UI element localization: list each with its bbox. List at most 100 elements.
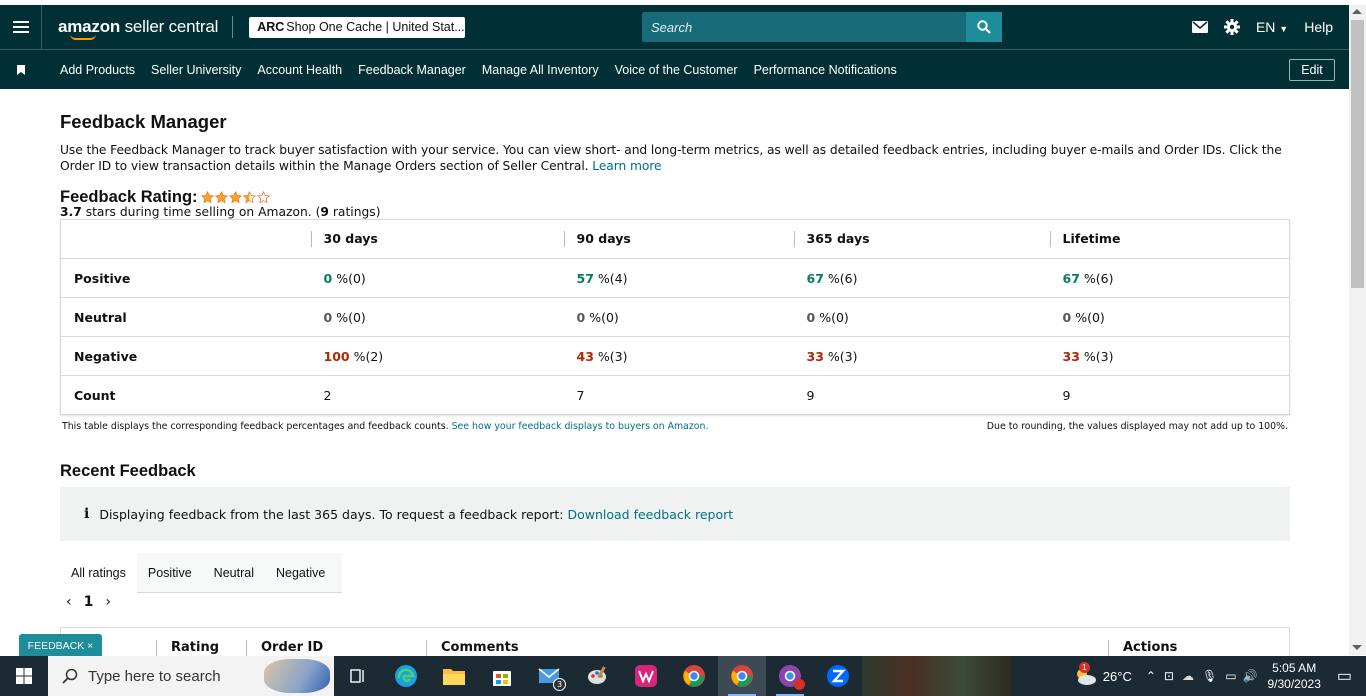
nav-performance-notifications[interactable]: Performance Notifications xyxy=(754,63,897,77)
info-alert: i Displaying feedback from the last 365 … xyxy=(60,487,1290,541)
feedback-display-link[interactable]: See how your feedback displays to buyers… xyxy=(452,421,709,432)
scroll-up-icon[interactable] xyxy=(1352,9,1362,14)
column-header: Actions xyxy=(1108,640,1177,656)
row-label: Negative xyxy=(60,336,311,376)
nav-account-health[interactable]: Account Health xyxy=(257,63,342,77)
column-header: Rating xyxy=(156,640,219,656)
seller-central-logo[interactable]: amazon seller central xyxy=(58,17,218,40)
chevron-up-icon[interactable]: ⌃ xyxy=(1146,669,1156,683)
star-full-icon xyxy=(200,191,214,204)
recent-feedback-table-header: e Rating Order ID Comments Actions xyxy=(60,627,1290,657)
bookmark-icon[interactable] xyxy=(0,64,42,75)
edge-browser-icon[interactable] xyxy=(382,656,430,696)
clock[interactable]: 5:05 AM 9/30/2023 xyxy=(1267,660,1320,692)
table-header-row: 30 days 90 days 365 days Lifetime xyxy=(61,220,1290,259)
top-header: amazon seller central ARC Shop One Cache … xyxy=(0,5,1349,49)
network-error-icon[interactable]: ☁ xyxy=(1182,669,1194,683)
mail-badge: 3 xyxy=(553,678,566,691)
search-icon xyxy=(62,668,78,684)
display-icon[interactable]: ▭ xyxy=(1225,669,1236,683)
star-full-icon xyxy=(214,191,228,204)
wps-office-icon[interactable] xyxy=(622,656,670,696)
feedback-metrics-table: 30 days 90 days 365 days Lifetime Positi… xyxy=(60,219,1290,415)
microsoft-store-icon[interactable] xyxy=(478,656,526,696)
column-header: Order ID xyxy=(246,640,323,656)
chevron-down-icon: ▼ xyxy=(1279,24,1289,34)
gear-icon[interactable] xyxy=(1223,19,1240,35)
star-full-icon xyxy=(228,191,242,204)
divider xyxy=(232,16,234,38)
chrome-profile-icon[interactable] xyxy=(670,656,718,696)
table-row-positive: Positive 0 %(0) 57 %(4) 67 %(6) 67 %(6) xyxy=(60,258,1290,298)
column-header: 90 days xyxy=(563,231,631,247)
notification-dot xyxy=(794,679,805,690)
nav-seller-university[interactable]: Seller University xyxy=(151,63,241,77)
mail-icon[interactable] xyxy=(1191,21,1208,33)
chrome-canary-icon[interactable] xyxy=(766,656,814,696)
column-header: 365 days xyxy=(793,231,870,247)
notifications-icon[interactable]: ▭ xyxy=(1337,666,1352,686)
windows-start-icon[interactable] xyxy=(0,656,48,696)
row-label: Count xyxy=(60,375,311,415)
column-header: Comments xyxy=(426,640,519,656)
table-row-count: Count 2 7 9 9 xyxy=(60,375,1290,415)
star-empty-icon xyxy=(256,191,270,204)
language-selector[interactable]: EN ▼ xyxy=(1256,19,1288,35)
column-header: 30 days xyxy=(310,231,378,247)
nav-feedback-manager[interactable]: Feedback Manager xyxy=(358,63,466,77)
taskbar: Type here to search 3 1 26°C ⌃ ⊡ ☁ 🎙 ▭ 🔊… xyxy=(0,656,1366,696)
row-label: Neutral xyxy=(60,297,311,337)
nav-manage-all-inventory[interactable]: Manage All Inventory xyxy=(482,63,599,77)
feedback-button[interactable]: FEEDBACK × xyxy=(19,634,102,657)
rating-tabs: All ratings Positive Neutral Negative xyxy=(60,552,342,593)
taskbar-wallpaper-strip xyxy=(862,656,1012,696)
page-description: Use the Feedback Manager to track buyer … xyxy=(60,143,1282,173)
page-number[interactable]: 1 xyxy=(84,594,94,610)
star-rating xyxy=(200,191,270,204)
rounding-note: Due to rounding, the values displayed ma… xyxy=(986,421,1288,432)
chrome-active-icon[interactable] xyxy=(718,656,766,696)
mail-app-icon[interactable]: 3 xyxy=(526,656,574,696)
help-link[interactable]: Help xyxy=(1304,19,1333,35)
rating-summary: 3.7 stars during time selling on Amazon.… xyxy=(60,205,381,219)
tab-positive[interactable]: Positive xyxy=(137,553,203,593)
tab-neutral[interactable]: Neutral xyxy=(203,553,265,593)
chevron-right-icon[interactable]: › xyxy=(105,594,111,610)
scroll-down-icon[interactable] xyxy=(1352,645,1362,650)
edit-button[interactable]: Edit xyxy=(1289,59,1335,81)
table-note: This table displays the corresponding fe… xyxy=(62,421,709,432)
learn-more-link[interactable]: Learn more xyxy=(592,159,661,173)
search-button[interactable] xyxy=(966,12,1002,42)
info-icon: i xyxy=(84,506,90,522)
scrollbar-thumb[interactable] xyxy=(1351,20,1364,288)
zalo-icon[interactable] xyxy=(814,656,862,696)
pagination: ‹ 1 › xyxy=(66,593,111,611)
file-explorer-icon[interactable] xyxy=(430,656,478,696)
paint-app-icon[interactable] xyxy=(574,656,622,696)
task-view-icon[interactable] xyxy=(334,656,382,696)
tab-negative[interactable]: Negative xyxy=(265,553,336,593)
speaker-icon[interactable]: 🔊 xyxy=(1243,669,1258,683)
nav-voice-of-the-customer[interactable]: Voice of the Customer xyxy=(615,63,738,77)
meet-now-icon[interactable]: ⊡ xyxy=(1164,669,1174,683)
table-row-negative: Negative 100 %(2) 43 %(3) 33 %(3) 33 %(3… xyxy=(60,336,1290,376)
store-selector[interactable]: ARC Shop One Cache | United Stat... xyxy=(249,16,466,38)
taskbar-search-input[interactable]: Type here to search xyxy=(48,656,334,696)
search-input[interactable]: Search xyxy=(642,12,966,42)
temperature[interactable]: 26°C xyxy=(1103,669,1132,684)
weather-badge: 1 xyxy=(1078,662,1090,673)
menu-icon[interactable] xyxy=(0,5,42,49)
table-row-neutral: Neutral 0 %(0) 0 %(0) 0 %(0) 0 %(0) xyxy=(60,297,1290,337)
chevron-left-icon[interactable]: ‹ xyxy=(66,594,72,610)
system-tray: 1 26°C ⌃ ⊡ ☁ 🎙 ▭ 🔊 5:05 AM 9/30/2023 ▭ xyxy=(1073,656,1366,696)
microphone-icon[interactable]: 🎙 xyxy=(1202,669,1217,683)
weather-icon[interactable]: 1 xyxy=(1073,662,1097,686)
tab-all-ratings[interactable]: All ratings xyxy=(60,552,137,593)
bookmark-bar: Add Products Seller University Account H… xyxy=(0,49,1349,89)
recent-feedback-heading: Recent Feedback xyxy=(60,462,196,480)
nav-add-products[interactable]: Add Products xyxy=(60,63,135,77)
column-header: Lifetime xyxy=(1049,231,1120,247)
page-title: Feedback Manager xyxy=(60,111,227,132)
download-report-link[interactable]: Download feedback report xyxy=(567,507,733,522)
row-label: Positive xyxy=(60,258,311,298)
